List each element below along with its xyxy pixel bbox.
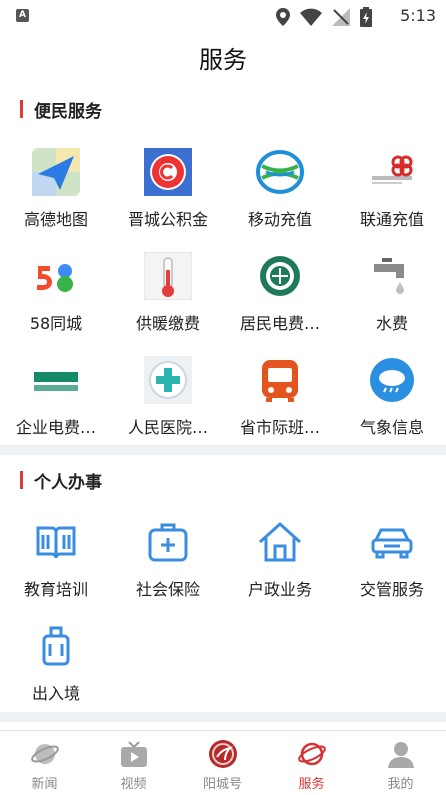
bus-icon: [262, 360, 298, 402]
service-58[interactable]: 58同城: [0, 252, 112, 352]
service-hospital[interactable]: 人民医院…: [112, 356, 224, 456]
service-enterprise-power[interactable]: 企业电费…: [0, 356, 112, 456]
service-label: 教育培训: [23, 580, 88, 599]
tab-label: 新闻: [31, 777, 58, 792]
service-label: 社会保险: [135, 580, 200, 599]
service-label: 水费: [375, 314, 408, 333]
service-intercity-bus[interactable]: 省市际班…: [224, 356, 336, 456]
tab-news[interactable]: 新闻: [0, 731, 89, 795]
service-label: 58同城: [29, 314, 83, 333]
tab-label: 视频: [120, 777, 147, 792]
section-accent-bar: [20, 100, 23, 118]
service-education[interactable]: 教育培训: [0, 518, 112, 618]
medical-kit-icon: [148, 523, 188, 562]
china-mobile-icon: [256, 150, 304, 194]
section-header-personal: 个人办事: [0, 467, 446, 495]
service-label: 省市际班…: [239, 418, 320, 437]
wifi-icon: [300, 8, 322, 26]
tab-video[interactable]: 视频: [89, 731, 178, 795]
service-label: 企业电费…: [15, 418, 96, 437]
weather-icon: [370, 358, 414, 402]
section-title: 个人办事: [34, 473, 102, 493]
service-mobile-topup[interactable]: 移动充值: [224, 148, 336, 248]
status-bar: A 5:13: [0, 0, 446, 32]
luggage-icon: [42, 626, 70, 666]
tab-label: 阳城号: [202, 777, 242, 792]
tab-yangcheng[interactable]: 阳城号: [178, 731, 267, 795]
tab-profile[interactable]: 我的: [356, 731, 445, 795]
clock: 5:13: [400, 6, 436, 25]
battery-icon: [360, 7, 372, 27]
section-title: 便民服务: [34, 102, 102, 122]
service-label: 出入境: [31, 684, 80, 703]
faucet-icon: [374, 258, 404, 294]
section-divider: [0, 712, 446, 722]
service-label: 居民电费…: [239, 314, 320, 333]
service-amap[interactable]: 高德地图: [0, 148, 112, 248]
58-icon: [32, 252, 80, 300]
service-residential-power[interactable]: 居民电费…: [224, 252, 336, 352]
notification-a-icon: A: [16, 9, 29, 22]
video-tv-icon: [121, 741, 147, 767]
section-accent-bar: [20, 471, 23, 489]
location-icon: [276, 8, 290, 26]
service-label: 人民医院…: [127, 418, 208, 437]
state-grid-icon: [34, 372, 78, 391]
service-housing-fund[interactable]: 晋城公积金: [112, 148, 224, 248]
page-title: 服务: [199, 46, 247, 74]
tab-service[interactable]: 服务: [267, 731, 356, 795]
no-signal-icon: [332, 8, 350, 26]
service-label: 高德地图: [23, 210, 88, 229]
service-social-insurance[interactable]: 社会保险: [112, 518, 224, 618]
service-water[interactable]: 水费: [336, 252, 446, 352]
book-icon: [36, 526, 76, 559]
tab-label: 服务: [298, 777, 325, 792]
tab-label: 我的: [387, 777, 414, 792]
housing-fund-icon: [144, 148, 192, 196]
section-divider: [0, 445, 446, 455]
hospital-cross-icon: [144, 356, 192, 404]
section-header-convenience: 便民服务: [0, 96, 446, 124]
service-weather[interactable]: 气象信息: [336, 356, 446, 456]
service-label: 供暖缴费: [135, 314, 200, 333]
service-label: 联通充值: [359, 210, 424, 229]
power-grid-seal-icon: [260, 256, 300, 296]
amap-icon: [32, 148, 80, 196]
car-icon: [371, 528, 413, 559]
service-label: 交管服务: [359, 580, 424, 599]
service-household-registry[interactable]: 户政业务: [224, 518, 336, 618]
service-label: 晋城公积金: [127, 210, 208, 229]
bottom-tab-bar: 新闻 视频 阳城号 服务 我的: [0, 730, 446, 795]
service-traffic[interactable]: 交管服务: [336, 518, 446, 618]
service-unicom-topup[interactable]: 联通充值: [336, 148, 446, 248]
thermometer-icon: [144, 252, 192, 300]
service-label: 移动充值: [247, 210, 312, 229]
yangcheng-logo-icon: [209, 740, 237, 768]
service-label: 户政业务: [247, 580, 312, 599]
service-planet-icon: [298, 742, 326, 766]
news-planet-icon: [31, 744, 59, 764]
service-heating[interactable]: 供暖缴费: [112, 252, 224, 352]
service-exit-entry[interactable]: 出入境: [0, 622, 112, 722]
house-icon: [258, 521, 302, 562]
profile-icon: [388, 742, 414, 768]
service-label: 气象信息: [359, 418, 424, 437]
china-unicom-icon: [372, 155, 413, 184]
